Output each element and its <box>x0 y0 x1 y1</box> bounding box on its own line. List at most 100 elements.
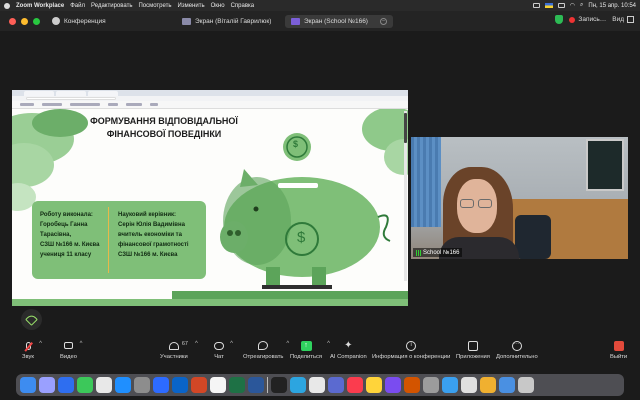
word-icon[interactable] <box>248 377 264 393</box>
powerpoint-icon[interactable] <box>191 377 207 393</box>
music-icon[interactable] <box>347 377 363 393</box>
launchpad-icon[interactable] <box>39 377 55 393</box>
apps-button[interactable]: Приложения <box>456 340 490 360</box>
chrome-icon[interactable] <box>309 377 325 393</box>
utility-icon[interactable] <box>423 377 439 393</box>
conference-tab[interactable]: Конференция <box>52 17 106 25</box>
shared-ppt-toolbar <box>12 101 408 109</box>
calendar-icon[interactable] <box>210 377 226 393</box>
search-icon[interactable]: ⌕ <box>580 2 583 9</box>
messages-icon[interactable] <box>77 377 93 393</box>
participants-options-chevron-icon[interactable]: ^ <box>195 341 198 347</box>
video-blinds <box>411 137 441 227</box>
ai-companion-button[interactable]: ✦ AI Companion <box>330 340 367 360</box>
view-button[interactable]: Вид <box>612 16 634 23</box>
menu-help[interactable]: Справка <box>231 3 255 9</box>
slide-title-line2: ФІНАНСОВОЇ ПОВЕДІНКИ <box>106 129 222 139</box>
textedit-icon[interactable] <box>461 377 477 393</box>
screen-icon[interactable] <box>532 3 540 8</box>
menu-file[interactable]: Файл <box>70 3 85 9</box>
ai-companion-label: AI Companion <box>330 354 367 360</box>
participant-video[interactable]: School №166 <box>411 137 628 259</box>
dock <box>16 374 624 396</box>
safari-icon[interactable] <box>58 377 74 393</box>
grid-view-icon <box>627 16 634 23</box>
tab-close-icon[interactable]: – <box>380 18 387 25</box>
pencil-icon <box>25 313 38 326</box>
author-block: Роботу виконала: Горобець Ганна Тарасівн… <box>40 212 100 258</box>
signal-bars-icon <box>416 249 421 256</box>
folder-icon[interactable] <box>480 377 496 393</box>
sparkle-icon: ✦ <box>344 340 353 351</box>
supervisor-block: Науковий керівник: Серін Юлія Вадимівна … <box>118 212 189 258</box>
video-camera-icon <box>63 342 73 349</box>
zoom-icon[interactable] <box>153 377 169 393</box>
menu-edit[interactable]: Редактировать <box>91 3 132 9</box>
security-shield-icon[interactable] <box>555 15 564 24</box>
app-store-icon[interactable] <box>115 377 131 393</box>
microphone-muted-icon <box>25 341 31 350</box>
info-icon: i <box>406 340 417 351</box>
paw-icon <box>52 17 60 25</box>
mute-button[interactable]: ^ Звук <box>22 340 42 360</box>
notes-icon[interactable] <box>366 377 382 393</box>
apple-icon[interactable] <box>4 2 10 9</box>
pig-dollar: $ <box>297 229 306 246</box>
share-button[interactable]: ↑ ^ Поделиться <box>290 340 330 360</box>
leave-button[interactable]: Выйти <box>610 340 627 360</box>
video-button[interactable]: ^ Видео <box>60 340 82 360</box>
tab-screen-vitalii[interactable]: Экран (Віталій Гаврилюк) <box>176 15 280 28</box>
flag-icon[interactable] <box>544 3 553 8</box>
chat-label: Чат <box>214 354 224 360</box>
participant-name-label: School №166 <box>413 248 463 257</box>
apps-icon <box>467 340 478 351</box>
heart-icon <box>258 341 269 350</box>
react-button[interactable]: ^ Отреагировать <box>243 340 289 360</box>
photos-icon[interactable] <box>96 377 112 393</box>
discord-icon[interactable] <box>328 377 344 393</box>
datetime[interactable]: Пн, 15 апр. 10:54 <box>588 3 636 9</box>
record-button[interactable]: Запись… <box>569 16 606 23</box>
minimize-window-button[interactable] <box>21 17 28 25</box>
video-options-chevron-icon[interactable]: ^ <box>80 341 83 347</box>
menu-window[interactable]: Окно <box>211 3 225 9</box>
tab-screen-school[interactable]: Экран (School №166) – <box>285 15 393 28</box>
outlook-icon[interactable] <box>172 377 188 393</box>
share-screen-icon: ↑ <box>300 340 312 351</box>
battery-icon[interactable] <box>557 3 565 8</box>
app-menu[interactable]: Zoom Workplace <box>16 3 64 9</box>
chat-options-chevron-icon[interactable]: ^ <box>230 341 233 347</box>
maximize-window-button[interactable] <box>33 17 40 25</box>
record-label: Запись… <box>578 16 607 23</box>
title-actions: Запись… Вид <box>555 15 634 24</box>
maps-icon[interactable] <box>442 377 458 393</box>
meeting-info-label: Информация о конференции <box>372 354 451 360</box>
downloads-icon[interactable] <box>499 377 515 393</box>
participants-button[interactable]: 67 ^ Участники <box>160 340 198 360</box>
menu-change[interactable]: Изменить <box>178 3 205 9</box>
react-options-chevron-icon[interactable]: ^ <box>286 341 289 347</box>
trash-icon[interactable] <box>518 377 534 393</box>
finder-icon[interactable] <box>20 377 36 393</box>
close-window-button[interactable] <box>9 17 16 25</box>
video-chair <box>515 215 551 259</box>
mute-options-chevron-icon[interactable]: ^ <box>39 341 42 347</box>
react-label: Отреагировать <box>243 354 284 360</box>
annotate-button[interactable] <box>21 309 42 330</box>
participants-label: Участники <box>160 354 188 360</box>
more-button[interactable]: ··· Дополнительно <box>496 340 538 360</box>
meeting-toolbar: ^ Звук ^ Видео 67 ^ Участники ^ Чат ^ От… <box>0 336 640 368</box>
wifi-icon[interactable]: ◠ <box>570 2 575 9</box>
telegram-icon[interactable] <box>290 377 306 393</box>
preview-icon[interactable] <box>404 377 420 393</box>
shared-screen[interactable]: ФОРМУВАННЯ ВІДПОВІДАЛЬНОЇ ФІНАНСОВОЇ ПОВ… <box>12 90 408 306</box>
menu-view[interactable]: Посмотреть <box>138 3 171 9</box>
terminal-icon[interactable] <box>271 377 287 393</box>
viber-icon[interactable] <box>385 377 401 393</box>
chat-button[interactable]: ^ Чат <box>213 340 233 360</box>
meeting-info-button[interactable]: i Информация о конференции <box>372 340 450 360</box>
participant-name: School №166 <box>423 249 460 256</box>
settings-icon[interactable] <box>134 377 150 393</box>
excel-icon[interactable] <box>229 377 245 393</box>
mute-label: Звук <box>22 354 34 360</box>
